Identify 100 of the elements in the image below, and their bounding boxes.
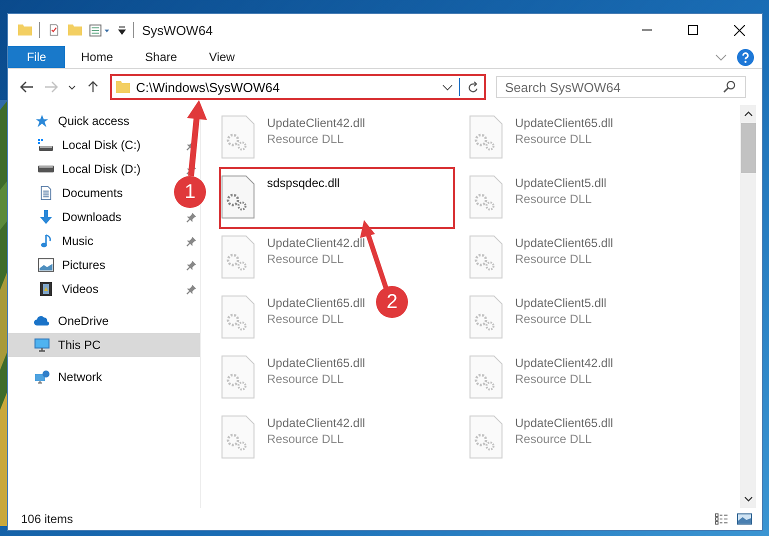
- file-item[interactable]: UpdateClient42.dll Resource DLL: [219, 107, 368, 169]
- nav-item[interactable]: Network: [8, 365, 170, 389]
- gear-file-icon: [221, 115, 255, 159]
- window-title: SysWOW64: [142, 22, 214, 38]
- file-type: Resource DLL: [515, 252, 593, 266]
- gear-file-icon: [469, 355, 503, 399]
- gear-file-icon: [469, 235, 503, 279]
- file-type: Resource DLL: [267, 432, 345, 446]
- address-bar[interactable]: C:\Windows\SysWOW64: [110, 74, 486, 100]
- item-count: 106 items: [21, 512, 74, 526]
- file-name: UpdateClient5.dll: [515, 296, 606, 310]
- refresh-icon[interactable]: [466, 81, 480, 93]
- file-name: sdspsqdec.dll: [267, 176, 340, 190]
- document-icon: [38, 186, 54, 200]
- file-type: Resource DLL: [515, 312, 593, 326]
- file-item[interactable]: UpdateClient5.dll Resource DLL: [467, 287, 608, 349]
- music-note-icon: [38, 234, 54, 248]
- file-item[interactable]: UpdateClient42.dll Resource DLL: [219, 407, 368, 469]
- file-name: UpdateClient65.dll: [515, 116, 614, 130]
- file-type: Resource DLL: [515, 372, 593, 386]
- help-icon[interactable]: [737, 48, 754, 66]
- large-icons-view-icon[interactable]: [737, 513, 752, 525]
- file-type: Resource DLL: [515, 432, 593, 446]
- file-type: Resource DLL: [267, 372, 345, 386]
- file-item[interactable]: UpdateClient65.dll Resource DLL: [467, 107, 616, 169]
- step-badge: 2: [376, 286, 408, 318]
- gear-file-icon: [221, 295, 255, 339]
- back-arrow-icon[interactable]: [20, 81, 34, 93]
- gear-file-icon: [469, 175, 503, 219]
- file-item[interactable]: UpdateClient65.dll Resource DLL: [467, 227, 616, 289]
- cloud-icon: [34, 314, 50, 328]
- nav-item[interactable]: Music: [8, 229, 170, 253]
- file-name: UpdateClient65.dll: [515, 236, 614, 250]
- file-type: Resource DLL: [267, 252, 345, 266]
- nav-item[interactable]: This PC: [8, 333, 200, 357]
- maximize-icon: [688, 25, 698, 35]
- network-icon: [34, 370, 50, 384]
- search-field[interactable]: Search SysWOW64: [496, 76, 746, 98]
- nav-item[interactable]: Pictures: [8, 253, 170, 277]
- file-name: UpdateClient42.dll: [267, 416, 366, 430]
- file-type: Resource DLL: [267, 132, 345, 146]
- download-arrow-icon: [38, 210, 54, 224]
- details-view-icon[interactable]: [714, 513, 729, 525]
- file-item[interactable]: UpdateClient65.dll Resource DLL: [219, 347, 368, 409]
- star-icon: [34, 114, 50, 128]
- address-path: C:\Windows\SysWOW64: [136, 80, 281, 94]
- gear-file-icon: [469, 115, 503, 159]
- file-name: UpdateClient65.dll: [515, 416, 614, 430]
- nav-item[interactable]: OneDrive: [8, 309, 170, 333]
- folder-icon: [116, 81, 130, 93]
- nav-item[interactable]: Quick access: [8, 109, 170, 133]
- file-type: Resource DLL: [515, 132, 593, 146]
- scroll-down-icon[interactable]: [744, 496, 752, 502]
- step-badge: 1: [174, 176, 206, 208]
- close-icon: [734, 24, 744, 36]
- nav-item[interactable]: Videos: [8, 277, 170, 301]
- ribbon-tab[interactable]: File: [8, 46, 65, 68]
- gear-file-icon: [469, 415, 503, 459]
- monitor-icon: [34, 338, 50, 352]
- minimize-icon: [642, 29, 652, 31]
- nav-item[interactable]: Downloads: [8, 205, 170, 229]
- customize-caret-icon[interactable]: [118, 26, 126, 34]
- file-type: Resource DLL: [267, 312, 345, 326]
- file-name: UpdateClient42.dll: [267, 116, 366, 130]
- properties-icon[interactable]: [47, 24, 61, 36]
- file-item[interactable]: sdspsqdec.dll: [219, 167, 455, 229]
- file-name: UpdateClient65.dll: [267, 296, 366, 310]
- file-name: UpdateClient42.dll: [515, 356, 614, 370]
- gear-file-icon: [221, 415, 255, 459]
- scroll-thumb[interactable]: [740, 123, 756, 173]
- file-item[interactable]: UpdateClient5.dll Resource DLL: [467, 167, 608, 229]
- gear-file-icon: [221, 235, 255, 279]
- dropdown-caret-icon[interactable]: [442, 84, 453, 90]
- search-icon: [723, 81, 736, 93]
- nav-item[interactable]: Local Disk (C:): [8, 133, 170, 157]
- file-name: UpdateClient65.dll: [267, 356, 366, 370]
- file-name: UpdateClient42.dll: [267, 236, 366, 250]
- file-name: UpdateClient5.dll: [515, 176, 606, 190]
- ribbon-tab[interactable]: Share: [129, 46, 194, 68]
- drive-icon: [38, 138, 54, 152]
- scrollbar[interactable]: [740, 105, 756, 508]
- picture-frame-icon: [38, 258, 54, 272]
- ribbon-tab[interactable]: View: [193, 46, 251, 68]
- file-item[interactable]: UpdateClient42.dll Resource DLL: [219, 227, 368, 289]
- film-strip-icon: [38, 282, 54, 296]
- scroll-up-icon[interactable]: [744, 111, 752, 117]
- recent-caret-icon[interactable]: [68, 84, 76, 90]
- nav-item[interactable]: Local Disk (D:): [8, 157, 170, 181]
- view-dropdown-icon[interactable]: [89, 24, 111, 36]
- ribbon-tab[interactable]: Home: [65, 46, 130, 68]
- nav-item[interactable]: Documents: [8, 181, 170, 205]
- gear-file-icon: [469, 295, 503, 339]
- file-item[interactable]: UpdateClient65.dll Resource DLL: [219, 287, 368, 349]
- gear-file-icon: [221, 355, 255, 399]
- expand-ribbon-icon[interactable]: [715, 54, 727, 60]
- file-item[interactable]: UpdateClient42.dll Resource DLL: [467, 347, 616, 409]
- gear-file-icon: [221, 175, 255, 219]
- up-arrow-icon[interactable]: [86, 81, 100, 93]
- file-item[interactable]: UpdateClient65.dll Resource DLL: [467, 407, 616, 469]
- file-type: Resource DLL: [515, 192, 593, 206]
